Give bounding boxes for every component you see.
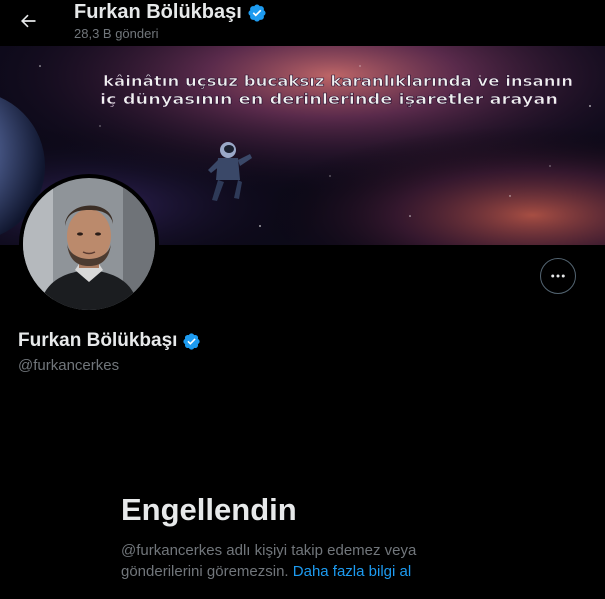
blocked-notice: Engellendin @furkancerkes adlı kişiyi ta…: [121, 492, 461, 582]
profile-name-text: Furkan Bölükbaşı: [18, 330, 178, 351]
learn-more-link[interactable]: Daha fazla bilgi al: [293, 563, 411, 580]
avatar-image: [23, 178, 155, 310]
back-button[interactable]: [12, 5, 44, 37]
banner-line-1: kâinâtın uçsuz bucaksız karanlıklarında …: [103, 74, 573, 90]
profile-avatar[interactable]: [19, 174, 159, 314]
post-count: 28,3 B gönderi: [74, 26, 159, 41]
arrow-left-icon: [21, 14, 36, 28]
header-title-text: Furkan Bölükbaşı: [74, 1, 242, 23]
verified-badge-icon: [248, 3, 266, 22]
profile-handle: @furkancerkes: [18, 357, 120, 374]
more-options-button[interactable]: [540, 258, 576, 294]
blocked-title: Engellendin: [121, 492, 297, 527]
header-title: Furkan Bölükbaşı: [74, 1, 267, 24]
verified-badge-icon[interactable]: [182, 332, 201, 351]
profile-name: Furkan Bölükbaşı: [18, 330, 201, 352]
avatar: [23, 178, 155, 310]
more-dots-icon: [551, 274, 565, 278]
top-bar: Furkan Bölükbaşı 28,3 B gönderi: [0, 0, 605, 46]
blocked-message-container: @furkancerkes adlı kişiyi takip edemez v…: [121, 540, 461, 582]
banner-line-2: iç dünyasının en derinlerinde işaretler …: [100, 92, 558, 108]
